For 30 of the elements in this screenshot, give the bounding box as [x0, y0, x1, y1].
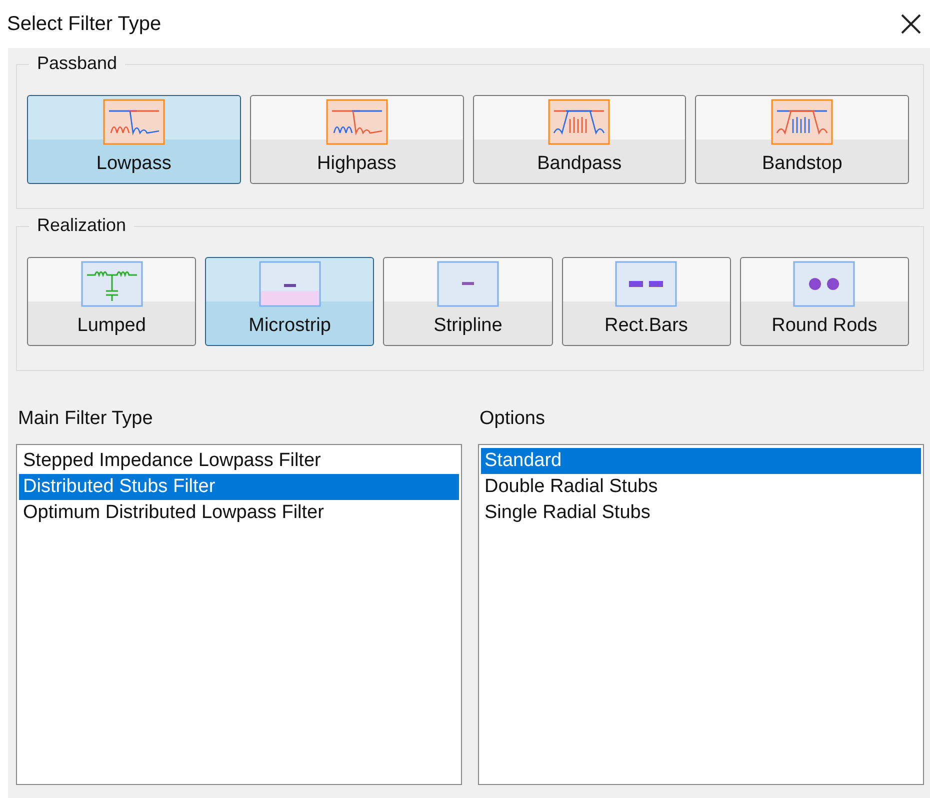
list-item[interactable]: Double Radial Stubs [480, 474, 921, 500]
filter-type-button[interactable]: Lumped [27, 257, 196, 346]
filter-type-button[interactable]: Lowpass [27, 95, 241, 184]
list-label: Options [478, 408, 546, 430]
filter-type-button[interactable]: Microstrip [205, 257, 374, 346]
close-icon[interactable] [900, 13, 922, 35]
filter-type-button[interactable]: Stripline [383, 257, 553, 346]
circuit-icon [80, 261, 143, 307]
strip-icon [437, 261, 499, 307]
filter-response-icon [326, 99, 388, 145]
list-item[interactable]: Standard [480, 448, 921, 474]
list-item[interactable]: Optimum Distributed Lowpass Filter [19, 500, 458, 526]
filter-response-icon [771, 99, 834, 145]
list-box[interactable]: Stepped Impedance Lowpass Filter Distributed Stubs Filter Optimum Distributed Lowpass Filter [16, 444, 462, 785]
list-label: Main Filter Type [17, 408, 154, 430]
filter-type-button[interactable]: Round Rods [740, 257, 910, 346]
window-title: Select Filter Type [7, 12, 162, 36]
filter-type-button[interactable]: Bandstop [695, 95, 909, 184]
rods-icon [793, 261, 856, 307]
list-item[interactable]: Stepped Impedance Lowpass Filter [19, 448, 458, 474]
list-item[interactable]: Single Radial Stubs [480, 500, 921, 526]
strip-icon [258, 261, 321, 307]
list-item[interactable]: Distributed Stubs Filter [19, 474, 458, 500]
filter-type-button[interactable]: Highpass [250, 95, 464, 184]
filter-type-button[interactable]: Bandpass [472, 95, 686, 184]
filter-response-icon [548, 99, 610, 145]
filter-response-icon [102, 99, 165, 145]
filter-type-button[interactable]: Rect.Bars [562, 257, 731, 346]
bars-icon [615, 261, 678, 307]
list-box[interactable]: Standard Double Radial Stubs Single Radial Stubs [478, 444, 924, 785]
